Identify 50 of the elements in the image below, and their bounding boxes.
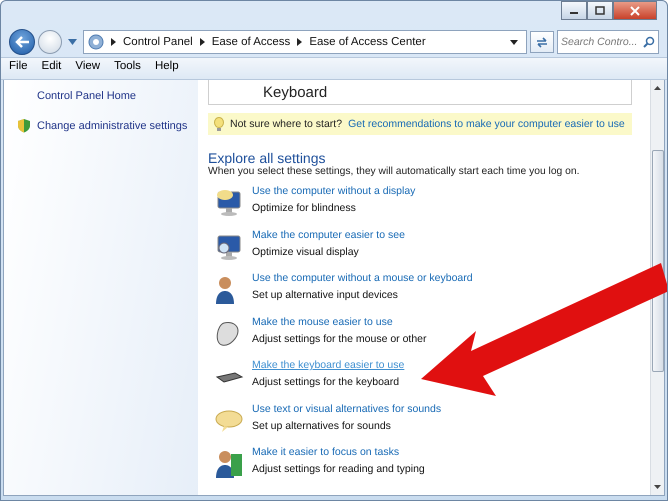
- search-icon: [643, 36, 655, 48]
- maximize-button[interactable]: [587, 1, 613, 20]
- menu-item[interactable]: File: [9, 60, 28, 79]
- back-arrow-icon: [14, 35, 30, 49]
- sidebar-link[interactable]: Change administrative settings: [37, 120, 188, 132]
- section-heading: Explore all settings: [208, 150, 327, 166]
- setting-description: Set up alternatives for sounds: [252, 420, 391, 432]
- setting-description: Adjust settings for reading and typing: [252, 463, 425, 475]
- sidebar-link[interactable]: Control Panel Home: [17, 90, 136, 102]
- refresh-icon: [535, 36, 549, 48]
- menu-item[interactable]: Tools: [114, 60, 141, 79]
- breadcrumb-item[interactable]: Ease of Access Center: [309, 36, 426, 48]
- breadcrumb-item[interactable]: Ease of Access: [212, 36, 290, 48]
- chevron-icon: [297, 38, 302, 46]
- tip-text: Not sure where to start?: [230, 118, 342, 130]
- minimize-button[interactable]: [561, 1, 587, 20]
- scroll-down-icon[interactable]: [654, 485, 661, 489]
- scroll-up-icon[interactable]: [654, 86, 661, 90]
- card-title: Keyboard: [263, 84, 328, 100]
- setting-link[interactable]: Make the mouse easier to use: [252, 316, 393, 328]
- lightbulb-icon: [214, 116, 224, 132]
- menu-item[interactable]: Help: [154, 60, 179, 79]
- close-icon: [630, 6, 640, 16]
- caret-icon[interactable]: [510, 40, 518, 44]
- breadcrumb-item[interactable]: Control Panel: [123, 36, 193, 48]
- close-button[interactable]: [613, 1, 657, 20]
- section-description: When you select these settings, they will automatically start each time you log on.: [208, 166, 580, 177]
- chevron-icon: [200, 38, 205, 46]
- setting-description: Adjust settings for the keyboard: [252, 376, 400, 388]
- setting-description: Adjust settings for the mouse or other: [252, 332, 427, 344]
- person-window-icon: [214, 449, 244, 479]
- setting-description: Optimize visual display: [252, 246, 359, 258]
- setting-link[interactable]: Use the computer without a mouse or keyboard: [252, 272, 473, 284]
- menu-item[interactable]: Edit: [42, 60, 62, 79]
- setting-link[interactable]: Make the computer easier to see: [252, 228, 405, 240]
- search-field[interactable]: Search Contro...: [557, 30, 659, 54]
- vertical-scrollbar[interactable]: [650, 80, 664, 495]
- control-panel-icon: [88, 34, 104, 50]
- address-bar[interactable]: Control Panel Ease of Access Ease of Access Center: [83, 30, 527, 54]
- back-button[interactable]: [9, 29, 35, 55]
- setting-link[interactable]: Make it easier to focus on tasks: [252, 446, 400, 458]
- refresh-button[interactable]: [530, 31, 554, 53]
- setting-description: Optimize for blindness: [252, 202, 356, 214]
- menu-item[interactable]: View: [75, 60, 100, 79]
- maximize-icon: [595, 6, 605, 15]
- setting-description: Set up alternative input devices: [252, 289, 398, 301]
- setting-link[interactable]: Use the computer without a display: [252, 185, 416, 197]
- setting-link[interactable]: Use text or visual alternatives for sounds: [252, 402, 442, 414]
- recommendations-link[interactable]: Get recommendations to make your computer easier to use: [348, 118, 625, 130]
- chevron-icon: [111, 38, 116, 46]
